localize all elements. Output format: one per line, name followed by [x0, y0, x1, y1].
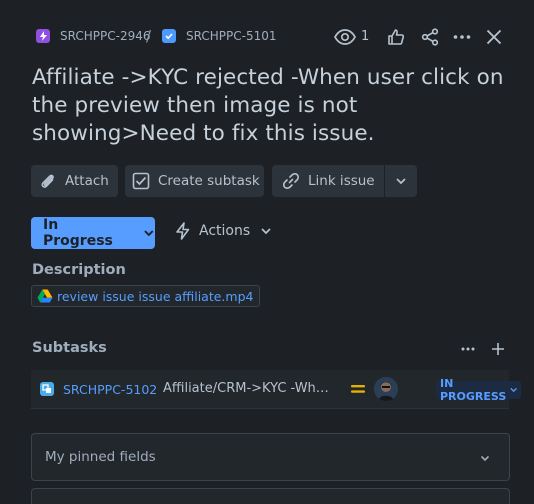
google-drive-icon [37, 289, 53, 303]
attach-button[interactable]: Attach [31, 165, 118, 197]
issue-title[interactable]: Affiliate ->KYC rejected -When user clic… [32, 64, 522, 148]
more-actions-button[interactable] [449, 24, 475, 50]
share-button[interactable] [417, 24, 443, 50]
avatar[interactable] [374, 377, 398, 401]
pinned-fields-panel[interactable]: My pinned fields [31, 433, 510, 481]
like-button[interactable] [383, 24, 409, 50]
more-link-options-button[interactable] [385, 165, 417, 197]
subtasks-more-button[interactable] [458, 340, 478, 358]
link-icon [282, 173, 300, 189]
subtask-summary[interactable]: Affiliate/CRM->KYC -Wh… [163, 381, 335, 396]
breadcrumb-separator: / [146, 27, 152, 45]
create-subtask-label: Create subtask [158, 173, 260, 189]
watch-count: 1 [361, 29, 370, 44]
more-icon [453, 35, 471, 39]
description-heading: Description [32, 262, 126, 278]
task-icon [162, 29, 176, 43]
attachment-link[interactable]: review issue issue affiliate.mp4 [31, 285, 261, 307]
breadcrumb-parent[interactable]: SRCHPPC-2946 [36, 29, 150, 43]
epic-icon [36, 29, 50, 43]
actions-dropdown[interactable]: Actions [175, 222, 272, 240]
attachment-name[interactable]: review issue issue affiliate.mp4 [57, 289, 253, 304]
issue-header: SRCHPPC-2946 / SRCHPPC-5101 1 [0, 0, 534, 74]
subtask-type-icon [40, 382, 54, 396]
breadcrumb-current[interactable]: SRCHPPC-5101 [162, 29, 276, 43]
eye-icon [334, 29, 356, 45]
chevron-down-icon [510, 387, 517, 393]
add-subtask-button[interactable] [488, 339, 508, 359]
plus-icon [492, 343, 504, 355]
parent-key[interactable]: SRCHPPC-2946 [60, 29, 150, 43]
subtask-key[interactable]: SRCHPPC-5102 [63, 382, 157, 397]
link-issue-label: Link issue [308, 173, 375, 189]
watch-button[interactable] [332, 24, 358, 50]
pinned-fields-label: My pinned fields [45, 449, 156, 465]
subtask-status-lozenge[interactable]: IN PROGRESS [436, 377, 522, 403]
subtask-icon [132, 172, 150, 190]
status-label: In Progress [43, 217, 113, 249]
issue-key[interactable]: SRCHPPC-5101 [186, 29, 276, 43]
subtask-status: IN PROGRESS [440, 377, 507, 403]
chevron-down-icon [144, 230, 154, 237]
chevron-down-icon [480, 455, 490, 462]
link-issue-button[interactable]: Link issue [272, 165, 384, 197]
subtask-row[interactable]: SRCHPPC-5102 Affiliate/CRM->KYC -Wh… IN … [31, 370, 522, 409]
priority-medium-icon [350, 382, 366, 399]
share-icon [421, 28, 439, 46]
chevron-down-icon [396, 178, 406, 185]
paperclip-icon [41, 174, 54, 188]
create-subtask-button[interactable]: Create subtask [125, 165, 264, 197]
lightning-icon [176, 222, 190, 240]
attach-label: Attach [65, 173, 109, 189]
subtasks-heading: Subtasks [32, 340, 107, 356]
close-button[interactable] [481, 24, 507, 50]
more-icon [461, 347, 475, 351]
close-icon [486, 29, 502, 45]
actions-label: Actions [199, 223, 251, 239]
details-panel[interactable] [31, 488, 510, 504]
status-dropdown[interactable]: In Progress [31, 217, 155, 249]
chevron-down-icon [261, 228, 271, 235]
thumbs-up-icon [388, 29, 405, 45]
